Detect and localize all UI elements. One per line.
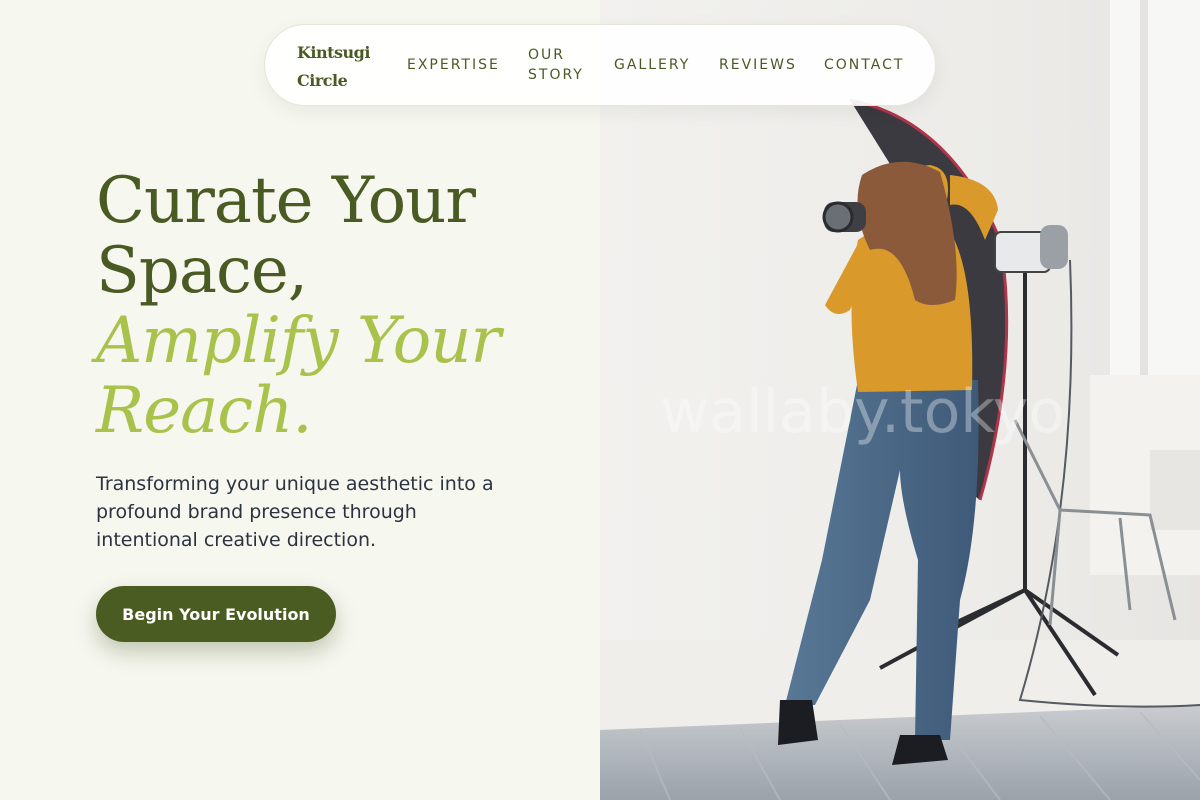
hero-left-panel: Curate Your Space, Amplify Your Reach. T… (0, 0, 600, 800)
brand-name-line-1: Kintsugi (297, 43, 370, 62)
nav-story-line-2: STORY (528, 67, 584, 83)
begin-evolution-button[interactable]: Begin Your Evolution (96, 586, 336, 642)
main-nav: Kintsugi Circle EXPERTISE OUR STORY GALL… (264, 24, 936, 106)
photographer-in-studio-image: wallaby.tokyo (600, 0, 1200, 800)
nav-link-contact[interactable]: CONTACT (824, 25, 904, 105)
nav-link-reviews[interactable]: REVIEWS (719, 25, 797, 105)
photo-watermark: wallaby.tokyo (660, 377, 1065, 447)
brand-name-line-2: Circle (297, 71, 348, 90)
hero-subtext: Transforming your unique aesthetic into … (96, 473, 494, 551)
nav-link-expertise[interactable]: EXPERTISE (407, 25, 500, 105)
nav-story-line-1: OUR (528, 47, 565, 63)
hero-photo: wallaby.tokyo (600, 0, 1200, 800)
nav-link-gallery[interactable]: GALLERY (614, 25, 690, 105)
headline-line-1: Curate Your (96, 164, 476, 238)
headline-accent-line-2: Reach. (96, 374, 313, 448)
headline-line-2: Space, (96, 234, 308, 308)
headline-accent-line-1: Amplify Your (96, 304, 501, 378)
hero-headline: Curate Your Space, Amplify Your Reach. (96, 166, 576, 446)
nav-link-our-story[interactable]: OUR STORY (528, 25, 584, 105)
brand-logo[interactable]: Kintsugi Circle (297, 39, 377, 95)
